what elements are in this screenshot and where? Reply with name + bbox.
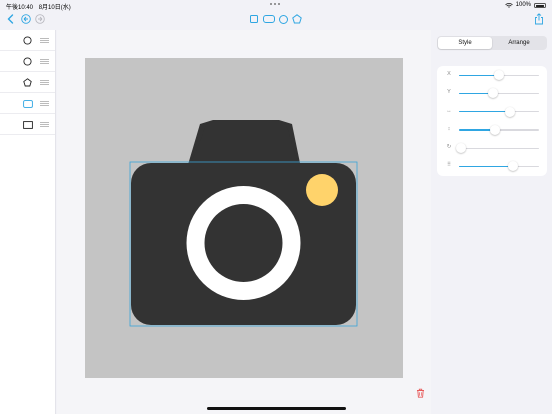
slider-knob[interactable]	[505, 106, 516, 117]
pentagon-icon	[23, 78, 32, 87]
camera-drawing[interactable]	[85, 58, 403, 378]
rotation-icon: ↻	[446, 144, 452, 151]
tab-arrange[interactable]: Arrange	[492, 37, 546, 49]
layer-item-rectangle-selected[interactable]	[0, 93, 55, 114]
home-indicator	[207, 407, 346, 410]
share-icon[interactable]	[534, 13, 544, 25]
add-circle-button[interactable]	[279, 15, 288, 24]
height-slider[interactable]	[459, 124, 539, 135]
slider-row-y: Y	[437, 84, 547, 102]
tab-style[interactable]: Style	[438, 37, 492, 49]
drag-handle-icon[interactable]	[40, 101, 49, 106]
chevron-left-icon[interactable]	[7, 14, 14, 24]
slider-row-corner-radius: ⠿	[437, 157, 547, 175]
undo-icon[interactable]	[21, 14, 31, 24]
canvas-area[interactable]	[57, 30, 431, 414]
lens-center	[204, 204, 283, 282]
multitasking-dots[interactable]	[270, 3, 280, 5]
toolbar	[0, 10, 552, 30]
height-icon: ↕	[447, 125, 451, 132]
status-bar: 午後10:40 8月10日(水) 100%	[0, 0, 552, 11]
corner-radius-slider[interactable]	[459, 161, 539, 172]
y-label: Y	[447, 89, 451, 96]
width-icon: ↔	[446, 107, 452, 114]
width-slider[interactable]	[459, 106, 539, 117]
style-arrange-segmented-control[interactable]: Style Arrange	[437, 36, 547, 50]
drag-handle-icon[interactable]	[40, 59, 49, 64]
rectangle-icon	[23, 100, 33, 108]
x-slider[interactable]	[459, 70, 539, 80]
circle-icon	[23, 57, 32, 66]
add-rounded-rectangle-button[interactable]	[263, 15, 275, 23]
drag-handle-icon[interactable]	[40, 38, 49, 43]
trash-icon[interactable]	[413, 386, 427, 400]
add-rectangle-button[interactable]	[250, 15, 258, 23]
inspector-panel: Style Arrange X Y ↔ ↕ ↻ ⠿	[431, 30, 552, 414]
slider-knob[interactable]	[490, 124, 500, 135]
slider-row-height: ↕	[437, 121, 547, 139]
camera-top-rounded	[189, 120, 299, 168]
artboard[interactable]	[85, 58, 403, 378]
battery-icon	[534, 2, 546, 8]
drag-handle-icon[interactable]	[40, 122, 49, 127]
rotation-slider[interactable]	[456, 143, 539, 154]
rectangle-icon	[23, 121, 33, 129]
slider-knob[interactable]	[494, 70, 504, 80]
redo-icon[interactable]	[35, 14, 45, 24]
slider-row-rotation: ↻	[437, 139, 547, 157]
add-pentagon-button[interactable]	[292, 14, 302, 24]
layers-sidebar	[0, 30, 56, 414]
slider-knob[interactable]	[456, 143, 467, 154]
x-label: X	[447, 71, 451, 77]
flash-circle	[306, 174, 338, 206]
layer-item-pentagon[interactable]	[0, 72, 55, 93]
wifi-icon	[504, 2, 513, 8]
drag-handle-icon[interactable]	[40, 80, 49, 85]
slider-row-width: ↔	[437, 103, 547, 121]
layer-item-circle[interactable]	[0, 51, 55, 72]
battery-percent: 100%	[515, 2, 531, 8]
slider-row-x: X	[437, 66, 547, 84]
layer-item-circle[interactable]	[0, 30, 55, 51]
layer-item-rectangle[interactable]	[0, 114, 55, 135]
corner-radius-icon: ⠿	[446, 162, 452, 169]
pentagon-icon	[292, 14, 302, 24]
circle-icon	[23, 36, 32, 45]
slider-knob[interactable]	[488, 88, 499, 99]
y-slider[interactable]	[459, 88, 539, 99]
slider-knob[interactable]	[508, 161, 519, 172]
arrange-sliders-panel: X Y ↔ ↕ ↻ ⠿	[437, 66, 547, 176]
